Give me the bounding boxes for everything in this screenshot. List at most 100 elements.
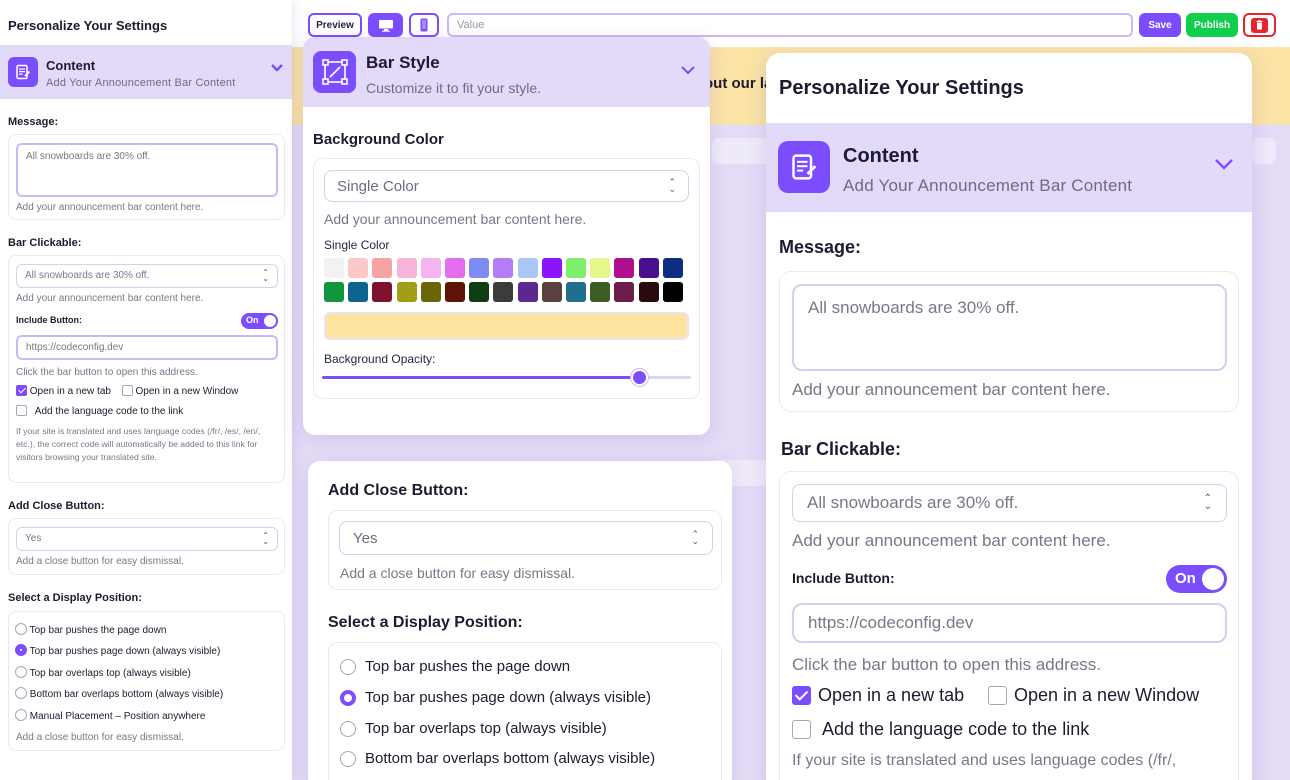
color-swatch[interactable] [517,258,538,278]
color-swatch[interactable] [541,258,562,278]
color-swatch[interactable] [445,258,465,278]
message-label: Message: [779,237,862,257]
color-swatch[interactable] [638,258,659,278]
color-swatch[interactable] [348,258,369,278]
close-button-select-value: Yes [25,533,42,544]
open-new-tab-checkbox[interactable] [792,686,811,705]
url-input[interactable]: https://codeconfig.dev [792,603,1227,643]
color-swatch[interactable] [493,282,514,302]
include-button-label: Include Button: [16,315,82,325]
color-swatch[interactable] [517,282,538,302]
position-option-label: Top bar overlaps top (always visible) [29,668,191,679]
content-section-header[interactable]: Content Add Your Announcement Bar Conten… [766,123,1252,212]
color-swatch[interactable] [324,258,344,278]
close-button-select[interactable]: Yes ⌃ ⌄ [16,527,278,551]
color-swatch[interactable] [420,282,441,302]
open-new-tab-checkbox[interactable] [16,385,27,396]
color-swatch[interactable] [372,258,393,278]
position-option-label: Bottom bar overlaps bottom (always visib… [29,689,224,700]
position-option[interactable]: Top bar pushes page down (always visible… [340,689,651,706]
toggle-label: On [246,315,259,325]
position-option[interactable]: Top bar pushes page down (always visible… [15,644,220,657]
color-swatch[interactable] [469,282,490,302]
color-swatch[interactable] [469,258,490,278]
publish-button[interactable]: Publish [1186,13,1238,37]
position-option[interactable]: Bottom bar overlaps bottom (always visib… [15,687,223,700]
chevron-down-icon [1215,159,1233,170]
delete-button[interactable] [1243,13,1276,37]
single-color-label: Single Color [324,238,390,252]
close-button-label: Add Close Button: [8,500,105,512]
position-option-label: Top bar pushes page down (always visible… [29,646,221,657]
position-option[interactable]: Manual Placement – Position anywhere [15,709,205,722]
bar-clickable-hint: Add your announcement bar content here. [792,531,1111,550]
color-swatch[interactable] [614,258,635,278]
color-swatch[interactable] [662,258,683,278]
close-button-select[interactable]: Yes ⌃ ⌄ [339,521,713,555]
position-option[interactable]: Top bar overlaps top (always visible) [340,720,607,737]
include-button-toggle[interactable]: On [241,313,278,329]
value-input[interactable]: Value [447,13,1133,37]
url-hint: Click the bar button to open this addres… [792,655,1102,674]
color-swatch[interactable] [662,282,683,302]
radio-button[interactable] [340,689,356,706]
selected-color-preview[interactable] [324,312,689,340]
position-option[interactable]: Bottom bar overlaps bottom (always visib… [340,750,655,767]
open-options-row: Open in a new tab Open in a new Window [16,385,238,397]
bar-clickable-select[interactable]: All snowboards are 30% off. ⌃ ⌄ [16,264,278,288]
transform-icon [313,51,356,93]
display-position-box: Top bar pushes the page down Top bar pus… [328,642,722,780]
background-type-select[interactable]: Single Color ⌃ ⌄ [324,170,689,202]
radio-button[interactable] [340,720,356,737]
close-button-select-value: Yes [353,530,378,547]
bar-clickable-select[interactable]: All snowboards are 30% off. ⌃ ⌄ [792,484,1227,522]
bar-style-header[interactable]: Bar Style Customize it to fit your style… [303,37,710,107]
preview-button[interactable]: Preview [308,13,362,37]
radio-button[interactable] [340,750,356,767]
url-input[interactable]: https://codeconfig.dev [16,335,278,360]
mobile-view-button[interactable] [409,13,439,37]
language-code-row: Add the language code to the link [16,405,183,417]
color-swatch[interactable] [614,282,635,302]
opacity-slider[interactable] [322,369,691,386]
color-swatch[interactable] [445,282,465,302]
color-swatch[interactable] [566,258,586,278]
bar-clickable-select-value: All snowboards are 30% off. [807,493,1019,512]
position-option[interactable]: Top bar pushes the page down [15,623,166,636]
toggle-knob [1202,568,1224,590]
color-swatch[interactable] [420,258,441,278]
open-new-window-option[interactable]: Open in a new Window [988,685,1199,706]
position-option[interactable]: Top bar overlaps top (always visible) [15,666,191,679]
include-button-toggle[interactable]: On [1166,565,1227,593]
color-swatch[interactable] [638,282,659,302]
color-swatch[interactable] [324,282,344,302]
color-swatch[interactable] [566,282,586,302]
color-swatch[interactable] [396,282,417,302]
opacity-slider-handle[interactable] [631,369,649,386]
color-swatch[interactable] [590,258,611,278]
color-swatch[interactable] [396,258,417,278]
language-code-checkbox[interactable] [792,720,811,739]
select-arrows-icon: ⌃ ⌄ [668,177,676,194]
position-option[interactable]: Top bar pushes the page down [340,658,570,675]
open-new-tab-label: Open in a new tab [29,386,111,397]
save-button[interactable]: Save [1139,13,1181,37]
message-textarea[interactable]: All snowboards are 30% off. [792,284,1227,371]
open-new-tab-option[interactable]: Open in a new tab [792,685,964,706]
content-section-header[interactable]: Content Add Your Announcement Bar Conten… [0,45,292,99]
color-swatch[interactable] [590,282,611,302]
color-swatch[interactable] [372,282,393,302]
position-option-label: Top bar pushes the page down [365,658,571,675]
color-swatch[interactable] [493,258,514,278]
language-code-checkbox[interactable] [16,405,27,416]
color-swatch[interactable] [541,282,562,302]
language-code-option[interactable]: Add the language code to the link [792,719,1089,740]
open-new-window-checkbox[interactable] [121,385,133,396]
open-new-window-checkbox[interactable] [988,686,1007,705]
bar-clickable-label: Bar Clickable: [8,237,82,249]
close-button-box: Yes ⌃ ⌄ Add a close button for easy dismi… [8,518,285,575]
desktop-view-button[interactable] [368,13,403,37]
radio-button[interactable] [340,658,356,675]
message-textarea[interactable]: All snowboards are 30% off. [16,143,278,197]
color-swatch[interactable] [348,282,369,302]
